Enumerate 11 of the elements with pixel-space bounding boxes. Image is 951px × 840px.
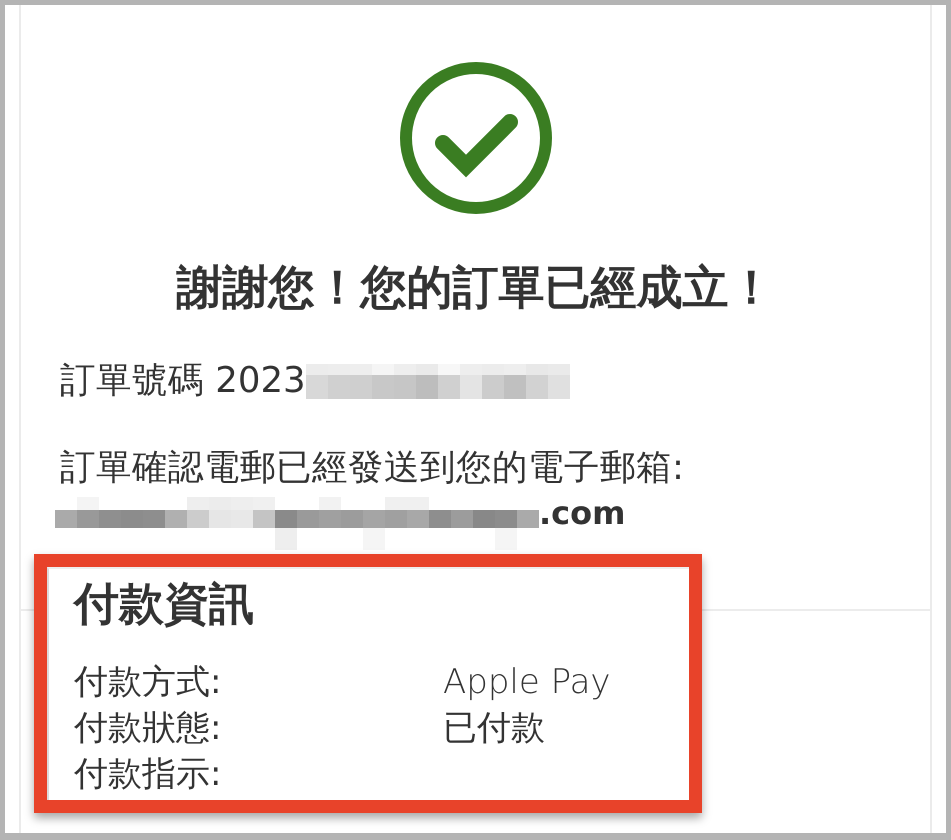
- order-number-text: 訂單號碼 2023: [60, 361, 306, 401]
- email-notice-text: 訂單確認電郵已經發送到您的電子郵箱:: [60, 448, 684, 488]
- payment-label: 付款指示:: [74, 753, 222, 796]
- confirmation-title: 謝謝您！您的訂單已經成立！: [176, 260, 774, 314]
- email-domain-text: .com: [539, 497, 626, 529]
- check-circle-icon: [400, 62, 552, 214]
- payment-label: 付款狀態:: [74, 707, 222, 750]
- payment-label: 付款方式:: [74, 661, 222, 704]
- payment-heading: 付款資訊: [74, 579, 254, 629]
- payment-value: Apple Pay: [443, 661, 612, 704]
- payment-value: 已付款: [443, 707, 546, 750]
